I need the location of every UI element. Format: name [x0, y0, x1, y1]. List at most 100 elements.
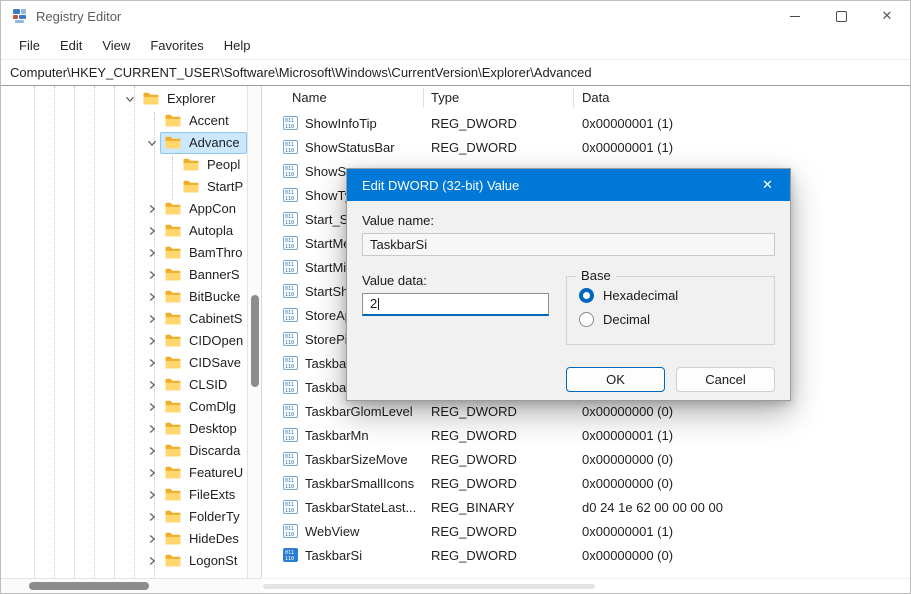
menu-file[interactable]: File [9, 36, 50, 55]
dword-value-icon: 011110 [283, 116, 298, 130]
folder-icon [165, 510, 181, 523]
tree-item[interactable]: Advance [1, 132, 247, 154]
tree-vertical-scrollbar[interactable] [247, 86, 262, 578]
tree-item-label: Explorer [167, 91, 215, 106]
chevron-right-icon[interactable] [147, 248, 157, 258]
chevron-right-icon[interactable] [147, 204, 157, 214]
value-name: StartMe [305, 236, 351, 251]
tree-item[interactable]: BannerS [1, 264, 247, 286]
tree-item[interactable]: HideDes [1, 528, 247, 550]
chevron-down-icon[interactable] [147, 138, 157, 148]
edit-dword-dialog: Edit DWORD (32-bit) Value ✕ Value name: … [346, 168, 791, 401]
menu-favorites[interactable]: Favorites [140, 36, 213, 55]
svg-text:110: 110 [285, 220, 294, 226]
folder-icon [165, 114, 181, 127]
tree-item[interactable]: StartP [1, 176, 247, 198]
close-icon: ✕ [882, 8, 893, 24]
value-name: TaskbarMn [305, 428, 369, 443]
tree-item[interactable]: LogonSt [1, 550, 247, 572]
maximize-button[interactable] [818, 1, 864, 31]
chevron-right-icon[interactable] [147, 534, 157, 544]
chevron-right-icon[interactable] [147, 270, 157, 280]
tree-item[interactable]: Discarda [1, 440, 247, 462]
menu-view[interactable]: View [92, 36, 140, 55]
value-data-input[interactable]: 2 [362, 293, 549, 316]
tree-item[interactable]: Explorer [1, 88, 247, 110]
chevron-right-icon[interactable] [147, 490, 157, 500]
cancel-button[interactable]: Cancel [676, 367, 775, 392]
chevron-right-icon[interactable] [147, 336, 157, 346]
chevron-right-icon[interactable] [147, 424, 157, 434]
chevron-right-icon[interactable] [147, 446, 157, 456]
svg-text:110: 110 [285, 388, 294, 394]
svg-text:110: 110 [285, 196, 294, 202]
column-separator[interactable] [573, 88, 574, 108]
value-data-label: Value data: [362, 273, 549, 288]
close-icon: ✕ [762, 177, 773, 193]
dialog-title: Edit DWORD (32-bit) Value [362, 178, 519, 193]
chevron-right-icon[interactable] [147, 556, 157, 566]
tree-item[interactable]: Peopl [1, 154, 247, 176]
dword-value-icon: 011110 [283, 428, 298, 442]
column-separator[interactable] [423, 88, 424, 108]
chevron-right-icon[interactable] [147, 226, 157, 236]
chevron-right-icon[interactable] [147, 292, 157, 302]
radio-decimal[interactable]: Decimal [579, 312, 774, 327]
folder-icon [183, 180, 199, 193]
address-bar[interactable]: Computer\HKEY_CURRENT_USER\Software\Micr… [1, 59, 910, 86]
chevron-right-icon[interactable] [147, 468, 157, 478]
chevron-right-icon[interactable] [147, 512, 157, 522]
value-row[interactable]: 011110ShowInfoTipREG_DWORD0x00000001 (1) [263, 112, 910, 136]
chevron-down-icon[interactable] [125, 94, 135, 104]
scrollbar-thumb[interactable] [251, 295, 259, 387]
ok-button[interactable]: OK [566, 367, 665, 392]
column-header-type[interactable]: Type [431, 90, 459, 105]
tree-item[interactable]: BitBucke [1, 286, 247, 308]
column-header-name[interactable]: Name [292, 90, 327, 105]
tree-item-label: FileExts [189, 487, 235, 502]
chevron-right-icon[interactable] [147, 380, 157, 390]
tree-item[interactable]: FileExts [1, 484, 247, 506]
tree-item[interactable]: FolderTy [1, 506, 247, 528]
dword-value-icon: 011110 [283, 500, 298, 514]
column-header-data[interactable]: Data [582, 90, 609, 105]
radio-hexadecimal[interactable]: Hexadecimal [579, 288, 774, 303]
tree-item[interactable]: CIDOpen [1, 330, 247, 352]
scrollbar-thumb[interactable] [263, 584, 595, 589]
value-row[interactable]: 011110TaskbarStateLast...REG_BINARYd0 24… [263, 496, 910, 520]
dialog-titlebar[interactable]: Edit DWORD (32-bit) Value ✕ [347, 169, 790, 201]
tree-item[interactable]: ComDlg [1, 396, 247, 418]
dialog-close-button[interactable]: ✕ [745, 169, 790, 201]
menu-edit[interactable]: Edit [50, 36, 92, 55]
list-horizontal-scrollbar[interactable] [263, 578, 910, 593]
tree-item[interactable]: FeatureU [1, 462, 247, 484]
value-row[interactable]: 011110TaskbarMnREG_DWORD0x00000001 (1) [263, 424, 910, 448]
tree-item[interactable]: Autopla [1, 220, 247, 242]
tree-item-label: CIDOpen [189, 333, 243, 348]
tree-item[interactable]: BamThro [1, 242, 247, 264]
chevron-right-icon[interactable] [147, 358, 157, 368]
tree-item[interactable]: CabinetS [1, 308, 247, 330]
value-name-label: Value name: [362, 213, 775, 228]
chevron-right-icon[interactable] [147, 402, 157, 412]
value-row[interactable]: 011110TaskbarSizeMoveREG_DWORD0x00000000… [263, 448, 910, 472]
menu-help[interactable]: Help [214, 36, 261, 55]
tree-item[interactable]: AppCon [1, 198, 247, 220]
scrollbar-thumb[interactable] [29, 582, 149, 590]
tree-item[interactable]: CLSID [1, 374, 247, 396]
value-row[interactable]: 011110TaskbarGlomLevelREG_DWORD0x0000000… [263, 400, 910, 424]
minimize-button[interactable] [772, 1, 818, 31]
tree-item-label: LogonSt [189, 553, 237, 568]
tree-horizontal-scrollbar[interactable] [1, 578, 262, 593]
value-row[interactable]: 011110ShowStatusBarREG_DWORD0x00000001 (… [263, 136, 910, 160]
tree-item[interactable]: Desktop [1, 418, 247, 440]
value-row[interactable]: 011110TaskbarSmallIconsREG_DWORD0x000000… [263, 472, 910, 496]
tree-item[interactable]: Accent [1, 110, 247, 132]
value-type: REG_DWORD [431, 404, 517, 419]
close-button[interactable]: ✕ [864, 1, 910, 31]
value-row[interactable]: 011110WebViewREG_DWORD0x00000001 (1) [263, 520, 910, 544]
value-row[interactable]: 011110TaskbarSiREG_DWORD0x00000000 (0) [263, 544, 910, 568]
tree-item-label: CabinetS [189, 311, 242, 326]
tree-item[interactable]: CIDSave [1, 352, 247, 374]
chevron-right-icon[interactable] [147, 314, 157, 324]
